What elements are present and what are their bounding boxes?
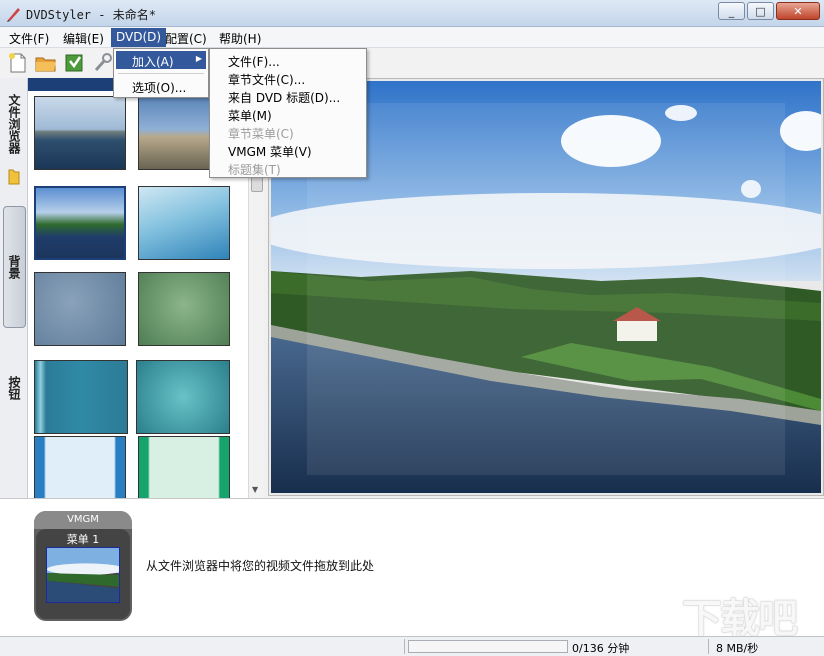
dvd-menu-add-label: 加入(A) (132, 55, 174, 69)
dvd-menu-options[interactable]: 选项(O)... (116, 77, 206, 95)
dvd-dropdown-menu: 加入(A) ▶ 选项(O)... (113, 48, 209, 98)
maximize-button[interactable]: □ (747, 2, 774, 20)
submenu-vmgm-menu[interactable]: VMGM 菜单(V) (228, 143, 312, 161)
tab-buttons[interactable]: 按钮 (3, 358, 26, 418)
menu-separator (118, 73, 204, 74)
bg-thumb-sea[interactable] (34, 96, 126, 170)
submenu-chapter-menu: 章节菜单(C) (228, 127, 294, 141)
bg-thumb-green[interactable] (138, 272, 230, 346)
dvd-capacity-progress (408, 640, 568, 653)
bg-thumb-teal-stripes[interactable] (34, 360, 128, 434)
open-folder-icon[interactable] (34, 52, 58, 74)
minimize-button[interactable]: _ (718, 2, 745, 20)
bg-thumb-blue-waves[interactable] (138, 186, 230, 260)
menu-help[interactable]: 帮助(H) (214, 28, 266, 47)
scroll-down-arrow-icon[interactable]: ▼ (252, 485, 258, 494)
submenu-chapter-file[interactable]: 章节文件(C)... (228, 71, 305, 89)
submenu-menu[interactable]: 菜单(M) (228, 107, 272, 125)
status-bitrate: 8 MB/秒 (716, 642, 759, 655)
menu-1-thumbnail[interactable] (46, 547, 120, 603)
status-bar: 0/136 分钟 8 MB/秒 (0, 636, 824, 656)
side-tabs: 文件浏览器 背景 按钮 (0, 78, 28, 498)
window-title: DVDStyler - 未命名* (26, 8, 156, 22)
menu-config[interactable]: 配置(C) (160, 28, 212, 47)
bg-thumb-teal-texture[interactable] (136, 360, 230, 434)
status-duration: 0/136 分钟 (572, 642, 630, 655)
save-icon[interactable] (62, 52, 86, 74)
menu-dvd[interactable]: DVD(D) (111, 28, 167, 47)
drop-hint-text: 从文件浏览器中将您的视频文件拖放到此处 (146, 559, 375, 573)
submenu-arrow-icon: ▶ (195, 54, 202, 63)
submenu-titleset: 标题集(T) (228, 163, 281, 177)
settings-wrench-icon[interactable] (90, 52, 114, 74)
app-icon (7, 8, 20, 22)
bg-thumb-blue-grey[interactable] (34, 272, 126, 346)
bg-thumb-blue-frame[interactable] (34, 436, 126, 498)
bg-thumb-green-frame[interactable] (138, 436, 230, 498)
vmgm-menu-card[interactable]: VMGM 菜单 1 (34, 511, 132, 621)
tab-background[interactable]: 背景 (3, 206, 26, 328)
submenu-file[interactable]: 文件(F)... (228, 53, 280, 71)
new-file-icon[interactable] (6, 52, 30, 74)
menu-edit[interactable]: 编辑(E) (58, 28, 109, 47)
menu-file[interactable]: 文件(F) (4, 28, 54, 47)
menu-bar: 文件(F) 编辑(E) DVD(D) 配置(C) 帮助(H) (0, 27, 824, 48)
menu-1-label: 菜单 1 (66, 533, 100, 546)
tab-file-browser[interactable]: 文件浏览器 (3, 88, 26, 160)
title-bar: DVDStyler - 未命名* _ □ ✕ (0, 0, 824, 27)
submenu-from-dvd-title[interactable]: 来自 DVD 标题(D)... (228, 89, 340, 107)
dvd-menu-add[interactable]: 加入(A) ▶ (116, 51, 206, 69)
folder-icon (8, 169, 20, 185)
add-submenu: 文件(F)... 章节文件(C)... 来自 DVD 标题(D)... 菜单(M… (209, 48, 367, 178)
vmgm-label: VMGM (34, 511, 132, 529)
close-button[interactable]: ✕ (776, 2, 820, 20)
bg-thumb-river[interactable] (34, 186, 126, 260)
